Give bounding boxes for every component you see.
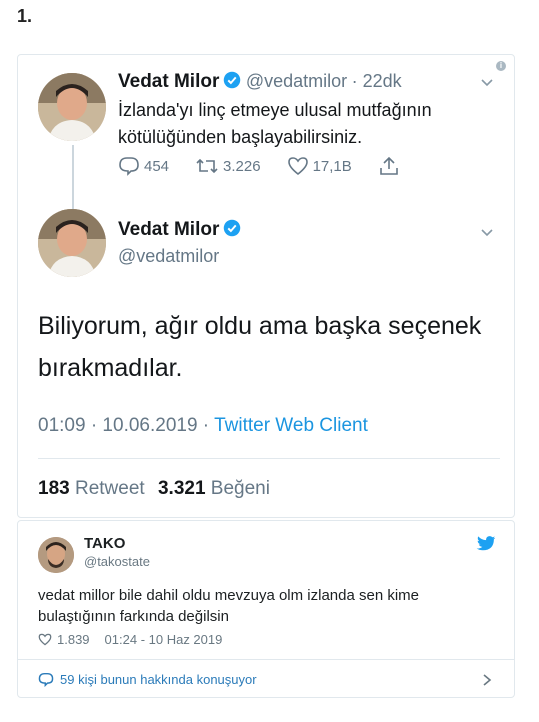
tweet1-actions: 454 3.226 17,1B — [118, 155, 426, 177]
divider — [38, 458, 500, 459]
avatar[interactable] — [38, 73, 106, 141]
author-handle[interactable]: @vedatmilor — [246, 71, 347, 91]
author-name[interactable]: Vedat Milor — [118, 219, 219, 240]
like-button[interactable]: 17,1B — [287, 156, 352, 176]
verified-badge-icon — [223, 219, 241, 242]
retweet-count[interactable]: 183 — [38, 478, 70, 499]
share-icon — [379, 156, 398, 175]
retweet-button[interactable]: 3.226 — [195, 156, 261, 176]
speech-bubble-icon — [38, 672, 54, 687]
embedded-tweet: TAKO @takostate vedat millor bile dahil … — [17, 520, 515, 698]
client-link[interactable]: Twitter Web Client — [214, 415, 368, 436]
tweet-stats: 183 Retweet 3.321 Beğeni — [38, 478, 270, 500]
tweet1-header: Vedat Milor @vedatmilor · 22dk — [118, 71, 402, 94]
heart-icon — [287, 157, 308, 176]
list-number: 1. — [17, 6, 33, 26]
tweet-card: i Vedat Milor @vedatmilor · 22dk İzlanda… — [17, 54, 515, 518]
author-handle[interactable]: @takostate — [84, 554, 150, 569]
like-label[interactable]: Beğeni — [211, 478, 270, 499]
tweet-meta: 01:09 · 10.06.2019 · Twitter Web Client — [38, 415, 368, 437]
embedded-tweet-meta: 1.839 01:24 - 10 Haz 2019 — [38, 632, 222, 647]
twitter-bird-icon[interactable] — [476, 535, 496, 553]
author-name[interactable]: Vedat Milor — [118, 71, 219, 92]
embedded-tweet-text: vedat millor bile dahil oldu mevzuya olm… — [38, 587, 420, 625]
avatar[interactable] — [38, 537, 74, 573]
tweet1-text: İzlanda'yı linç etmeye ulusal mutfağının… — [118, 100, 432, 147]
heart-icon[interactable] — [38, 633, 52, 646]
author-name[interactable]: TAKO — [84, 535, 125, 552]
retweet-count: 3.226 — [223, 157, 261, 175]
divider — [18, 659, 514, 660]
tweet2-text: Biliyorum, ağır oldu ama başka seçenek b… — [38, 312, 482, 382]
conversation-label: 59 kişi bunun hakkında konuşuyor — [60, 672, 257, 687]
reply-count: 454 — [144, 157, 170, 175]
like-count[interactable]: 1.839 — [57, 632, 90, 647]
tweet-datetime[interactable]: 01:24 - 10 Haz 2019 — [105, 632, 223, 647]
reply-button[interactable]: 454 — [118, 156, 169, 176]
chevron-down-icon[interactable] — [480, 225, 494, 239]
avatar[interactable] — [38, 209, 106, 277]
tweet-datetime[interactable]: 01:09 · 10.06.2019 · — [38, 415, 209, 436]
author-handle[interactable]: @vedatmilor — [118, 246, 241, 267]
tweet2-header: Vedat Milor @vedatmilor — [118, 219, 241, 267]
verified-badge-icon — [223, 71, 241, 94]
conversation-link[interactable]: 59 kişi bunun hakkında konuşuyor — [38, 672, 257, 687]
like-count: 17,1B — [312, 157, 352, 175]
like-count[interactable]: 3.321 — [158, 478, 206, 499]
tweet-time[interactable]: · 22dk — [352, 71, 402, 91]
chevron-down-icon[interactable] — [480, 75, 494, 89]
thread-line — [72, 145, 74, 210]
retweet-icon — [196, 158, 218, 174]
share-button[interactable] — [378, 155, 400, 177]
retweet-label[interactable]: Retweet — [75, 478, 145, 499]
info-icon[interactable]: i — [496, 61, 506, 71]
chevron-right-icon[interactable] — [482, 673, 492, 687]
reply-icon — [119, 157, 139, 176]
